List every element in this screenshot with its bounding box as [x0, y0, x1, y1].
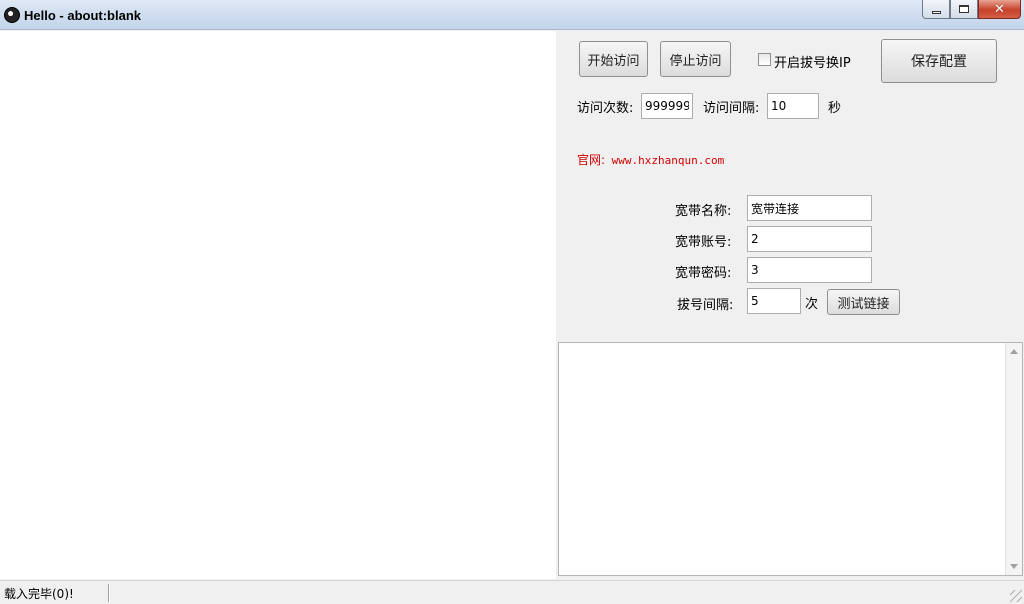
scroll-up-icon[interactable] [1010, 349, 1018, 354]
status-text: 载入完毕(0)! [4, 587, 74, 601]
log-scrollbar[interactable] [1005, 343, 1022, 575]
dial-interval-label: 拔号间隔: [677, 298, 734, 313]
maximize-icon [959, 5, 969, 13]
stop-visit-button[interactable]: 停止访问 [660, 41, 731, 77]
website-link[interactable]: 官网: www.hxzhanqun.com [577, 151, 724, 168]
visit-interval-unit: 秒 [828, 101, 842, 116]
redial-ip-checkbox[interactable] [758, 53, 771, 66]
scroll-down-icon[interactable] [1010, 564, 1018, 569]
title-bar[interactable]: Hello - about:blank ✕ [0, 0, 1024, 30]
app-logo-icon [4, 7, 20, 23]
broadband-password-input[interactable] [747, 257, 872, 283]
status-divider [108, 584, 110, 602]
broadband-name-input[interactable] [747, 195, 872, 221]
main-window: Hello - about:blank ✕ 开始访问 停止访问 开启拔号换IP … [0, 0, 1024, 604]
close-button[interactable]: ✕ [978, 0, 1021, 19]
status-bar: 载入完毕(0)! [0, 580, 1024, 604]
visit-count-label: 访问次数: [577, 101, 634, 116]
broadband-account-label: 宽带账号: [675, 235, 732, 250]
website-label: 官网: [577, 153, 606, 167]
minimize-icon [931, 10, 941, 14]
visit-interval-input[interactable] [767, 93, 819, 119]
visit-count-input[interactable] [641, 93, 693, 119]
test-connection-button[interactable]: 测试链接 [827, 289, 900, 315]
dial-interval-unit: 次 [805, 297, 819, 312]
maximize-button[interactable] [950, 0, 978, 19]
browser-view[interactable] [0, 31, 556, 579]
resize-grip-icon[interactable] [1010, 590, 1022, 602]
start-visit-button[interactable]: 开始访问 [579, 41, 648, 77]
visit-interval-label: 访问间隔: [703, 101, 760, 116]
broadband-name-label: 宽带名称: [675, 204, 732, 219]
broadband-account-input[interactable] [747, 226, 872, 252]
website-url[interactable]: www.hxzhanqun.com [612, 154, 725, 167]
broadband-password-label: 宽带密码: [675, 266, 732, 281]
dial-interval-input[interactable] [747, 288, 801, 314]
window-title: Hello - about:blank [24, 8, 141, 23]
close-icon: ✕ [994, 1, 1005, 17]
redial-ip-label[interactable]: 开启拔号换IP [774, 52, 851, 71]
minimize-button[interactable] [922, 0, 950, 19]
save-config-button[interactable]: 保存配置 [881, 39, 997, 83]
log-textarea[interactable] [558, 342, 1023, 576]
